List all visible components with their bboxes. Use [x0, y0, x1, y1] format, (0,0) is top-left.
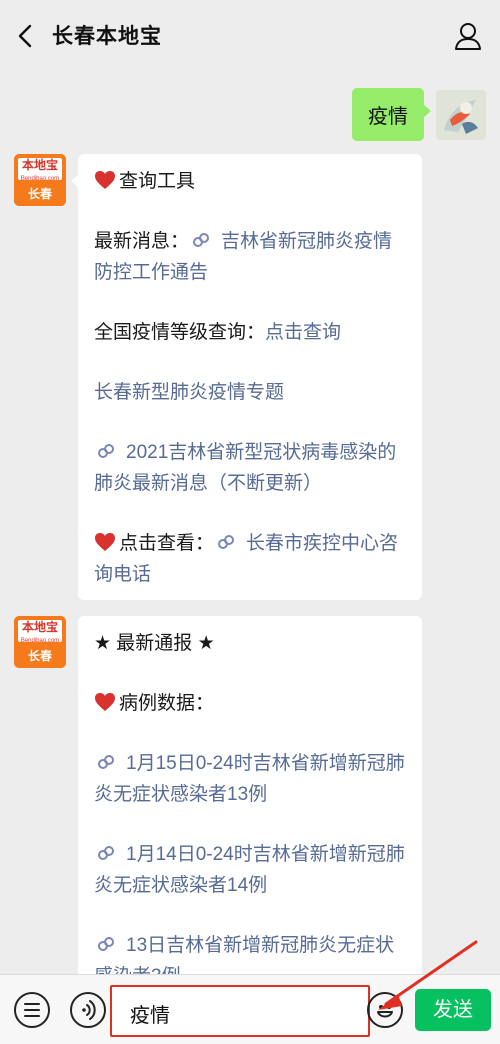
user-avatar[interactable]	[436, 89, 486, 140]
bot-avatar[interactable]: 本地宝 Bendibao.com 长春	[14, 154, 66, 206]
message-input[interactable]: 疫情	[110, 985, 370, 1037]
voice-button[interactable]	[70, 992, 106, 1028]
level-query-label: 全国疫情等级查询：	[94, 322, 266, 343]
annotation-arrow	[378, 940, 478, 1010]
heart-icon	[95, 533, 115, 551]
bot-avatar-city: 长春	[27, 649, 52, 663]
bot-avatar-url: Bendibao.com	[20, 638, 60, 644]
mini-program-icon	[98, 755, 114, 769]
query-tool-title: 查询工具	[119, 171, 196, 192]
chat-header: 长春本地宝	[0, 0, 500, 74]
case-data-label: 病例数据：	[119, 693, 215, 714]
mini-program-icon	[98, 846, 114, 860]
mini-program-icon	[98, 444, 114, 458]
bot-avatar[interactable]: 本地宝 Bendibao.com 长春	[14, 616, 66, 668]
report-link-1[interactable]: 1月15日0-24时吉林省新增新冠肺炎无症状感染者13例	[94, 753, 405, 805]
user-message-bubble[interactable]: 疫情	[352, 88, 431, 141]
back-icon[interactable]	[8, 18, 44, 54]
reply-card-tools: 查询工具 最新消息： 吉林省新冠肺炎疫情防控工作通告 全国疫情等级查询：点击查询 …	[71, 154, 422, 600]
mini-program-icon	[98, 937, 114, 951]
menu-icon	[24, 1003, 40, 1017]
report-link-3[interactable]: 13日吉林省新增新冠肺炎无症状感染者3例	[94, 935, 394, 976]
latest-report-heading: ★ 最新通报 ★	[94, 633, 215, 654]
click-view-label: 点击查看：	[119, 533, 215, 554]
report-link-2[interactable]: 1月14日0-24时吉林省新增新冠肺炎无症状感染者14例	[94, 844, 405, 896]
voice-icon	[82, 1000, 96, 1020]
mini-program-icon	[193, 233, 210, 247]
news-2021-link[interactable]: 2021吉林省新型冠状病毒感染的肺炎最新消息（不断更新）	[94, 442, 396, 494]
reply-card-latest: ★ 最新通报 ★ 病例数据： 1月15日0-24时吉林省新增新冠肺炎无症状感染者…	[78, 616, 422, 976]
level-query-link[interactable]: 点击查询	[265, 322, 341, 343]
mini-program-icon	[218, 535, 235, 549]
latest-news-label: 最新消息：	[94, 231, 190, 252]
user-message-row: 疫情	[352, 88, 486, 141]
chat-title: 长春本地宝	[52, 25, 162, 48]
bot-avatar-url: Bendibao.com	[20, 176, 60, 182]
topic-link[interactable]: 长春新型肺炎疫情专题	[94, 382, 284, 403]
bot-avatar-city: 长春	[27, 187, 52, 201]
person-icon[interactable]	[450, 18, 486, 54]
heart-icon	[95, 171, 115, 189]
menu-button[interactable]	[14, 992, 50, 1028]
heart-icon	[95, 693, 115, 711]
